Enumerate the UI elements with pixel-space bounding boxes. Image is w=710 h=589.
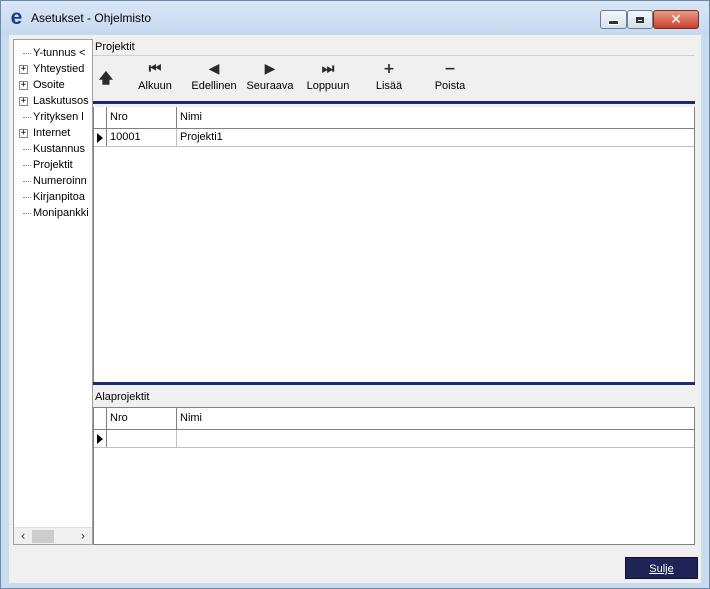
tree-item-label: Osoite — [33, 79, 65, 91]
tree-connector — [23, 53, 31, 54]
last-button[interactable]: ⏭ Loppuun — [299, 59, 357, 99]
expand-icon[interactable]: + — [19, 65, 28, 74]
tree-item[interactable]: Numeroinn — [14, 173, 92, 189]
column-header-nimi[interactable]: Nimi — [177, 107, 696, 128]
title-bar[interactable]: e Asetukset - Ohjelmisto ✕ — [1, 1, 709, 35]
close-button-label: Sulje — [649, 563, 674, 575]
up-button[interactable]: 🡅 — [97, 59, 115, 99]
expand-icon[interactable]: + — [19, 129, 28, 138]
tree-item[interactable]: Projektit — [14, 157, 92, 173]
maximize-icon — [636, 16, 644, 23]
next-button-label: Seuraava — [246, 80, 294, 92]
projects-grid-header: Nro Nimi — [94, 107, 694, 129]
delete-button[interactable]: − Poista — [427, 59, 473, 99]
close-window-button[interactable]: ✕ — [653, 10, 699, 29]
add-button[interactable]: + Lisää — [369, 59, 409, 99]
prev-button-label: Edellinen — [191, 80, 237, 92]
expand-icon[interactable]: + — [19, 81, 28, 90]
tree-item[interactable]: Kustannus — [14, 141, 92, 157]
settings-window: e Asetukset - Ohjelmisto ✕ Y-tunnus < + Yh… — [0, 0, 710, 589]
tree-connector — [23, 149, 31, 150]
next-button[interactable]: ▶ Seuraava — [240, 59, 300, 99]
tree-connector — [23, 117, 31, 118]
window-client-area: Y-tunnus < + Yhteystied + Osoite + Laskutusos Y… — [9, 35, 701, 583]
next-record-icon: ▶ — [264, 61, 276, 77]
tree-list: Y-tunnus < + Yhteystied + Osoite + Laskutusos Y… — [14, 45, 92, 221]
first-button[interactable]: ⏮ Alkuun — [132, 59, 178, 99]
projects-panel: Projektit 🡅 ⏮ Alkuun ◀ Edellinen ▶ Seuraava ⏭ L… — [93, 35, 701, 545]
tree-connector — [23, 213, 31, 214]
add-icon: + — [383, 61, 395, 77]
last-button-label: Loppuun — [306, 80, 350, 92]
cell-nimi[interactable] — [177, 430, 694, 447]
scrollbar-thumb[interactable] — [32, 530, 54, 543]
delete-icon: − — [444, 61, 456, 77]
app-logo-icon: e — [10, 6, 23, 29]
tree-item-label: Numeroinn — [33, 175, 87, 187]
tree-item[interactable]: + Osoite — [14, 77, 92, 93]
minimize-icon — [608, 20, 619, 25]
tree-item-label: Kirjanpitoa — [33, 191, 85, 203]
tree-item-label: Yhteystied — [33, 63, 85, 75]
cell-nro[interactable] — [107, 430, 177, 447]
tree-item[interactable]: Monipankki — [14, 205, 92, 221]
column-header-nimi[interactable]: Nimi — [177, 408, 696, 429]
row-pointer-icon — [97, 434, 103, 444]
close-button[interactable]: Sulje — [625, 557, 698, 579]
tree-item[interactable]: Yrityksen l — [14, 109, 92, 125]
column-header-nro[interactable]: Nro — [107, 408, 177, 429]
current-row-indicator — [94, 430, 107, 447]
table-row[interactable]: 10001 Projekti1 — [94, 129, 694, 147]
row-indicator-header — [94, 408, 107, 429]
tree-item[interactable]: Kirjanpitoa — [14, 189, 92, 205]
scroll-right-icon[interactable]: › — [75, 528, 91, 544]
subprojects-separator-bar — [93, 382, 695, 385]
tree-item-label: Internet — [33, 127, 71, 139]
tree-item-label: Projektit — [33, 159, 73, 171]
first-button-label: Alkuun — [138, 80, 172, 92]
row-indicator-header — [94, 107, 107, 128]
cell-nro[interactable]: 10001 — [107, 129, 177, 146]
delete-button-label: Poista — [434, 80, 466, 92]
tree-item[interactable]: + Internet — [14, 125, 92, 141]
projects-separator-bar — [93, 101, 695, 104]
subprojects-grid[interactable]: Nro Nimi — [93, 407, 695, 545]
column-header-nro[interactable]: Nro — [107, 107, 177, 128]
table-row[interactable] — [94, 430, 694, 448]
tree-item-label: Laskutusos — [33, 95, 89, 107]
first-record-icon: ⏮ — [148, 61, 162, 77]
maximize-button[interactable] — [627, 10, 653, 29]
scroll-left-icon[interactable]: ‹ — [15, 528, 31, 544]
tree-item[interactable]: + Laskutusos — [14, 93, 92, 109]
tree-connector — [23, 165, 31, 166]
tree-connector — [23, 197, 31, 198]
projects-grid[interactable]: Nro Nimi 10001 Projekti1 — [93, 107, 695, 383]
prev-button[interactable]: ◀ Edellinen — [184, 59, 244, 99]
expand-icon[interactable]: + — [19, 97, 28, 106]
row-pointer-icon — [97, 133, 103, 143]
current-row-indicator — [94, 129, 107, 146]
tree-connector — [23, 181, 31, 182]
close-icon: ✕ — [670, 11, 682, 28]
up-arrow-icon: 🡅 — [98, 71, 114, 87]
tree-item-label: Y-tunnus < — [33, 47, 86, 59]
subprojects-section-title: Alaprojektit — [95, 391, 150, 403]
settings-tree[interactable]: Y-tunnus < + Yhteystied + Osoite + Laskutusos Y… — [13, 39, 93, 545]
section-divider — [93, 55, 695, 56]
cell-nimi[interactable]: Projekti1 — [177, 129, 694, 146]
subprojects-grid-header: Nro Nimi — [94, 408, 694, 430]
previous-record-icon: ◀ — [208, 61, 220, 77]
window-title: Asetukset - Ohjelmisto — [31, 11, 152, 25]
last-record-icon: ⏭ — [321, 61, 335, 77]
projects-section-title: Projektit — [95, 41, 135, 53]
tree-item[interactable]: Y-tunnus < — [14, 45, 92, 61]
add-button-label: Lisää — [375, 80, 403, 92]
tree-item-label: Kustannus — [33, 143, 85, 155]
minimize-button[interactable] — [600, 10, 627, 29]
tree-item-label: Yrityksen l — [33, 111, 84, 123]
tree-horizontal-scrollbar[interactable]: ‹ › — [14, 527, 92, 544]
tree-item[interactable]: + Yhteystied — [14, 61, 92, 77]
tree-item-label: Monipankki — [33, 207, 89, 219]
